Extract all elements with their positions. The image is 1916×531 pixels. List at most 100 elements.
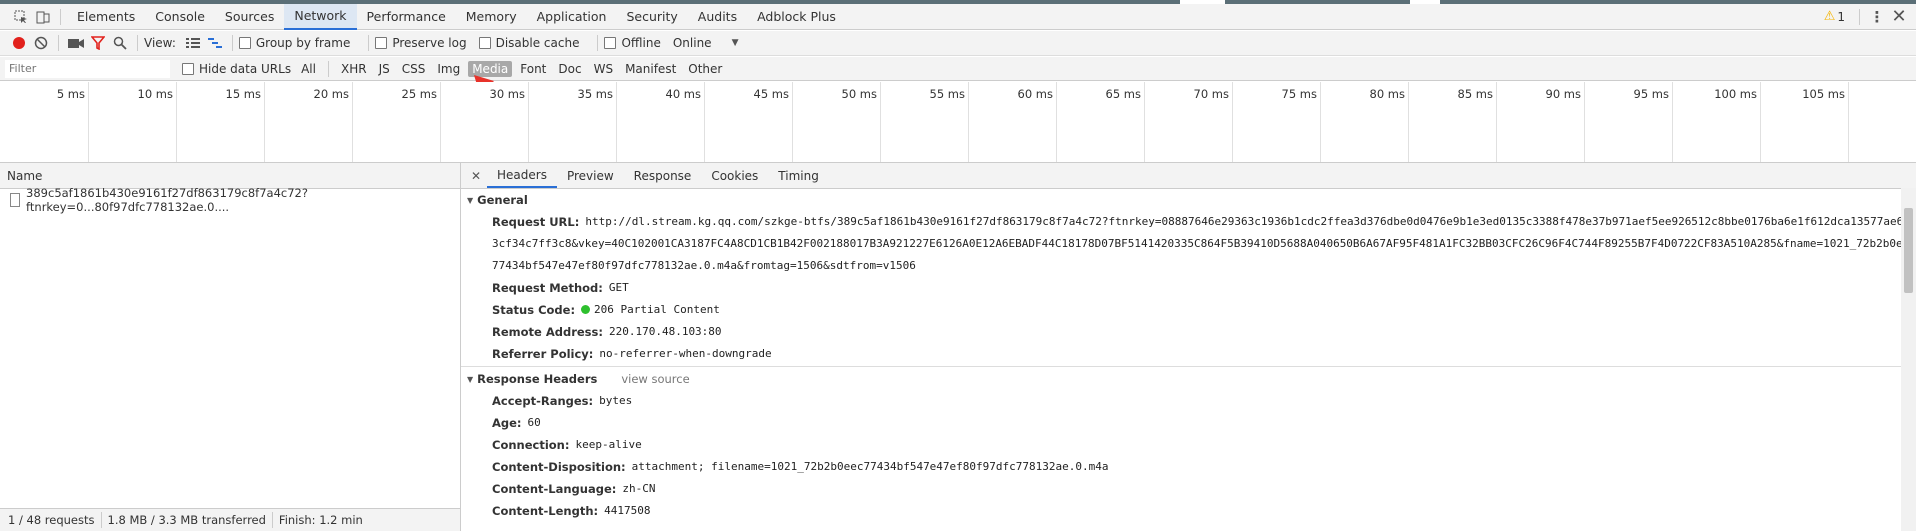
request-name: 389c5af1861b430e9161f27df863179c8f7a4c72… (26, 186, 308, 214)
disable-cache-label: Disable cache (495, 36, 580, 50)
preserve-log-checkbox[interactable]: Preserve log (375, 36, 467, 50)
warning-indicator[interactable]: ⚠ 1 (1824, 9, 1845, 24)
record-icon[interactable] (8, 32, 30, 54)
type-filter-css[interactable]: CSS (398, 61, 430, 77)
close-detail-icon[interactable]: ✕ (465, 165, 487, 187)
response-header-key: Age: (492, 416, 522, 430)
overview-gridline (1232, 82, 1233, 162)
file-icon (10, 193, 21, 207)
detail-tab-cookies[interactable]: Cookies (701, 163, 768, 188)
status-ok-icon (581, 305, 591, 314)
tab-memory[interactable]: Memory (456, 4, 527, 30)
overview-tick-label: 65 ms (1105, 87, 1141, 101)
screenshot-camera-icon[interactable] (65, 32, 87, 54)
request-method-value: GET (608, 281, 629, 294)
request-list-panel: Name 389c5af1861b430e9161f27df863179c8f7… (0, 163, 461, 531)
remote-address-key: Remote Address: (492, 325, 603, 339)
detail-tab-preview[interactable]: Preview (557, 163, 624, 188)
response-headers-header[interactable]: ▼ Response Headers view source (467, 368, 1916, 390)
general-section-header[interactable]: ▼ General (467, 189, 1916, 211)
general-title: General (477, 193, 528, 207)
close-icon[interactable]: ✕ (1888, 6, 1910, 28)
clear-icon[interactable] (30, 32, 52, 54)
filter-input[interactable] (5, 59, 170, 78)
overview-tick-label: 55 ms (929, 87, 965, 101)
overview-tick-label: 20 ms (313, 87, 349, 101)
overview-gridline (264, 82, 265, 162)
tab-network[interactable]: Network (284, 3, 357, 30)
response-header-row: Connection: keep-alive (467, 434, 1916, 456)
offline-checkbox[interactable]: Offline (604, 36, 661, 50)
overview-gridline (704, 82, 705, 162)
tab-security[interactable]: Security (616, 4, 687, 30)
type-filter-other[interactable]: Other (684, 61, 726, 77)
response-header-key: Content-Language: (492, 482, 617, 496)
tab-audits[interactable]: Audits (688, 4, 747, 30)
tab-application[interactable]: Application (527, 4, 617, 30)
type-filter-js[interactable]: JS (375, 61, 394, 77)
filter-icon[interactable] (87, 32, 109, 54)
waterfall-overview-icon[interactable] (204, 32, 226, 54)
detail-tab-response[interactable]: Response (624, 163, 702, 188)
type-filter-font[interactable]: Font (516, 61, 550, 77)
transferred-size: 1.8 MB / 3.3 MB transferred (107, 513, 266, 527)
group-by-frame-checkbox[interactable]: Group by frame (238, 36, 350, 50)
type-filter-all[interactable]: All (297, 61, 320, 77)
overview-tick-label: 70 ms (1193, 87, 1229, 101)
more-options-icon[interactable]: ⋮ (1866, 6, 1888, 28)
type-filter-ws[interactable]: WS (590, 61, 617, 77)
overview-gridline (1848, 82, 1849, 162)
device-toolbar-icon[interactable] (32, 6, 54, 28)
overview-tick-label: 100 ms (1714, 87, 1757, 101)
expand-triangle-icon: ▼ (467, 374, 474, 384)
detail-tab-timing[interactable]: Timing (768, 163, 829, 188)
hide-data-urls-checkbox[interactable]: Hide data URLs (182, 62, 291, 76)
overview-gridline (1408, 82, 1409, 162)
devtools-tabbar: Elements Console Sources Network Performance… (0, 3, 1916, 30)
detail-scrollbar[interactable] (1901, 188, 1916, 531)
overview-tick-label: 105 ms (1802, 87, 1845, 101)
response-header-value: 4417508 (604, 504, 651, 517)
type-filter-doc[interactable]: Doc (554, 61, 585, 77)
view-label: View: (144, 36, 176, 50)
request-detail-panel: ✕ Headers Preview Response Cookies Timing ▼ … (461, 163, 1916, 531)
tab-sources[interactable]: Sources (215, 4, 284, 30)
tab-console[interactable]: Console (145, 4, 215, 30)
request-url-line-1: http://dl.stream.kg.qq.com/szkge-btfs/38… (585, 215, 1916, 228)
large-rows-icon[interactable] (182, 32, 204, 54)
overview-gridline (88, 82, 89, 162)
search-icon[interactable] (109, 32, 131, 54)
request-row[interactable]: 389c5af1861b430e9161f27df863179c8f7a4c72… (0, 186, 460, 214)
response-header-value: zh-CN (622, 482, 656, 495)
tab-adblock-plus[interactable]: Adblock Plus (747, 4, 846, 30)
detail-tab-headers[interactable]: Headers (487, 163, 557, 188)
type-filter-img[interactable]: Img (433, 61, 464, 77)
throttling-select[interactable]: Online ▼ (673, 36, 739, 50)
inspect-element-icon[interactable] (10, 6, 32, 28)
request-url-row: Request URL: http://dl.stream.kg.qq.com/… (467, 211, 1916, 233)
offline-label: Offline (621, 36, 661, 50)
response-header-value: bytes (599, 394, 633, 407)
tab-performance[interactable]: Performance (357, 4, 456, 30)
overview-gridline (1144, 82, 1145, 162)
tab-elements[interactable]: Elements (67, 4, 145, 30)
type-filter-manifest[interactable]: Manifest (621, 61, 680, 77)
expand-triangle-icon: ▼ (467, 195, 474, 205)
timeline-overview[interactable]: 5 ms 10 ms 15 ms 20 ms 25 ms 30 ms 35 ms 40 ms 4… (0, 82, 1916, 163)
scrollbar-thumb[interactable] (1904, 208, 1913, 293)
response-header-value: 60 (527, 416, 541, 429)
response-header-key: Content-Length: (492, 504, 599, 518)
type-filter-xhr[interactable]: XHR (337, 61, 371, 77)
response-headers-title: Response Headers (477, 372, 598, 386)
response-headers-section: ▼ Response Headers view source Accept-Ra… (461, 368, 1916, 522)
finish-time: Finish: 1.2 min (278, 513, 363, 527)
response-header-row: Content-Disposition: attachment; filename… (467, 456, 1916, 478)
overview-tick-label: 95 ms (1633, 87, 1669, 101)
disable-cache-checkbox[interactable]: Disable cache (478, 36, 580, 50)
overview-gridline (1496, 82, 1497, 162)
overview-gridline (792, 82, 793, 162)
response-header-value: attachment; filename=1021_72b2b0eec77434… (631, 460, 1109, 473)
general-section: ▼ General Request URL: http://dl.stream.… (461, 189, 1916, 365)
view-source-link[interactable]: view source (621, 372, 689, 386)
filter-bar: Hide data URLs AllXHRJSCSSImgMediaFontDo… (0, 57, 1916, 81)
